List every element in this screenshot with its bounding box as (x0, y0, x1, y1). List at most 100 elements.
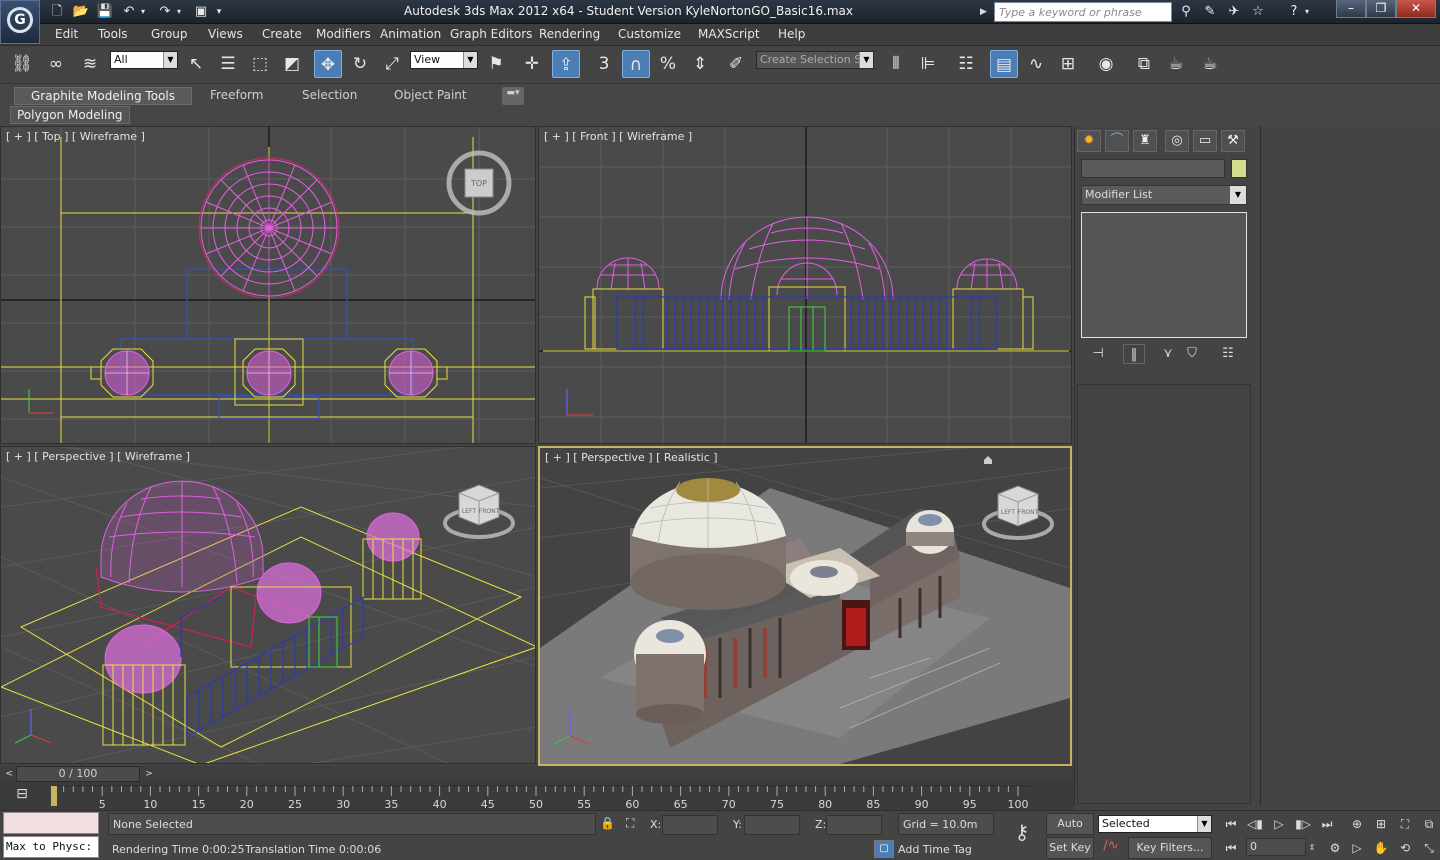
tab-graphite-modeling-tools[interactable]: Graphite Modeling Tools (14, 87, 192, 105)
isolate-selection-icon[interactable]: ▢ (874, 840, 894, 858)
tab-selection[interactable]: Selection (302, 87, 357, 105)
menu-modifiers[interactable]: Modifiers (316, 27, 371, 41)
undo-icon[interactable]: ↶ (120, 3, 138, 21)
new-file-icon[interactable]: 🗋 (48, 3, 66, 21)
menu-views[interactable]: Views (208, 27, 243, 41)
utilities-icon[interactable]: ⚒ (1221, 130, 1245, 152)
go-to-start-icon[interactable]: ⏮ (1220, 814, 1242, 834)
add-time-tag[interactable]: Add Time Tag (898, 843, 972, 856)
y-coord-field[interactable] (744, 815, 800, 835)
favorites-star-icon[interactable]: ☆ (1248, 3, 1268, 21)
percent-snap-icon[interactable]: % (654, 50, 682, 78)
keyboard-shortcut-override-icon[interactable]: ⇪ (552, 50, 580, 78)
field-of-view-icon[interactable]: ▷ (1346, 838, 1368, 858)
next-key-icon[interactable]: ▮▷ (1292, 814, 1314, 834)
maxscript-listener-output[interactable] (3, 812, 99, 834)
time-slider-thumb[interactable]: 0 / 100 (16, 766, 140, 782)
menu-graph-editors[interactable]: Graph Editors (450, 27, 532, 41)
select-by-name-icon[interactable]: ☰ (214, 50, 242, 78)
zoom-all-icon[interactable]: ⊞ (1370, 814, 1392, 834)
graphite-toggle-icon[interactable]: ▤ (990, 50, 1018, 78)
application-button[interactable]: G (0, 0, 40, 44)
next-frame-arrow-icon[interactable]: > (142, 766, 156, 782)
default-tangent-icon[interactable]: ∕∿ (1100, 838, 1122, 858)
menu-edit[interactable]: Edit (55, 27, 78, 41)
search-input[interactable]: Type a keyword or phrase (994, 2, 1172, 22)
auto-key-button[interactable]: Auto Key (1046, 813, 1094, 850)
project-folder-icon[interactable]: ▣ (192, 3, 210, 21)
redo-dropdown-icon[interactable]: ▾ (174, 3, 184, 21)
menu-create[interactable]: Create (262, 27, 302, 41)
curve-editor-icon[interactable]: ∿ (1022, 50, 1050, 78)
mirror-icon[interactable]: ⫴ (882, 50, 910, 78)
rendered-frame-window-icon[interactable]: ☕ (1162, 50, 1190, 78)
pan-view-icon[interactable]: ✋ (1370, 838, 1392, 858)
remove-modifier-icon[interactable]: ⛉ (1181, 344, 1203, 364)
zoom-extents-icon[interactable]: ⛶ (1394, 814, 1416, 834)
key-mode-dropdown[interactable]: Selected ▼ (1098, 815, 1212, 833)
maximize-viewport-icon[interactable]: ⤡ (1418, 838, 1440, 858)
close-button[interactable]: ✕ (1396, 0, 1436, 18)
x-coord-field[interactable] (662, 815, 718, 835)
select-and-scale-icon[interactable]: ⤢ (378, 50, 406, 78)
pivot-center-icon[interactable]: ⚑ (482, 50, 510, 78)
schematic-view-icon[interactable]: ⊞ (1054, 50, 1082, 78)
current-frame-field[interactable]: 0 (1246, 838, 1306, 856)
modifier-list-dropdown[interactable]: Modifier List ▼ (1081, 185, 1247, 205)
subscription-icon[interactable]: ✎ (1200, 3, 1220, 21)
modify-icon[interactable]: ⌒ (1105, 130, 1129, 152)
object-color-swatch[interactable] (1231, 159, 1247, 178)
maximize-button[interactable]: ❐ (1366, 0, 1396, 18)
motion-icon[interactable]: ◎ (1165, 130, 1189, 152)
time-slider-track[interactable] (0, 766, 1074, 782)
previous-key-icon[interactable]: ◁▮ (1244, 814, 1266, 834)
bind-space-warp-icon[interactable]: ≋ (76, 50, 104, 78)
select-and-rotate-icon[interactable]: ↻ (346, 50, 374, 78)
play-icon[interactable]: ▷ (1268, 814, 1290, 834)
named-selection-dropdown[interactable]: Create Selection Se ▼ (756, 51, 874, 69)
selection-filter-dropdown[interactable]: All ▼ (110, 51, 178, 69)
select-object-icon[interactable]: ↖ (182, 50, 210, 78)
viewport-front[interactable]: [ + ] [ Front ] [ Wireframe ] (538, 126, 1072, 444)
absolute-mode-icon[interactable]: ⛶ (626, 816, 642, 832)
display-icon[interactable]: ▭ (1193, 130, 1217, 152)
viewport-perspective-wireframe[interactable]: LEFT FRONT [ + ] [ Perspective ] [ Wiref… (0, 446, 536, 764)
set-keys-key-icon[interactable]: ⚷ (1006, 820, 1038, 844)
menu-help[interactable]: Help (778, 27, 805, 41)
create-icon[interactable]: ✹ (1077, 130, 1101, 152)
set-key-button[interactable]: Set Key (1046, 837, 1094, 859)
orbit-icon[interactable]: ⟲ (1394, 838, 1416, 858)
select-manipulate-icon[interactable]: ✛ (518, 50, 546, 78)
layer-manager-icon[interactable]: ☷ (952, 50, 980, 78)
tab-freeform[interactable]: Freeform (210, 87, 263, 105)
menu-customize[interactable]: Customize (618, 27, 681, 41)
binoculars-icon[interactable]: ⚲ (1176, 3, 1196, 21)
rectangular-selection-icon[interactable]: ⬚ (246, 50, 274, 78)
menu-animation[interactable]: Animation (380, 27, 441, 41)
viewcube-perspective-wire[interactable]: LEFT FRONT (443, 484, 515, 539)
modifier-stack[interactable] (1081, 212, 1247, 338)
open-mini-curve-editor-icon[interactable]: ⊟ (8, 786, 36, 806)
ribbon-options-icon[interactable]: ▬▾ (502, 87, 524, 105)
previous-frame-arrow-icon[interactable]: < (2, 766, 16, 782)
menu-rendering[interactable]: Rendering (539, 27, 600, 41)
search-expand-icon[interactable]: ▶ (980, 3, 992, 21)
selection-lock-icon[interactable]: 🔒 (600, 816, 616, 832)
polygon-modeling-button[interactable]: Polygon Modeling (10, 106, 130, 124)
configure-modifier-sets-icon[interactable]: ☷ (1217, 344, 1239, 364)
save-file-icon[interactable]: 💾 (96, 3, 114, 21)
link-icon[interactable]: ⛓ (8, 50, 36, 78)
viewport-perspective-realistic-label[interactable]: [ + ] [ Perspective ] [ Realistic ] (545, 451, 718, 464)
pin-stack-icon[interactable]: ⊣ (1087, 344, 1109, 364)
minimize-button[interactable]: – (1336, 0, 1366, 18)
viewport-top-label[interactable]: [ + ] [ Top ] [ Wireframe ] (6, 130, 145, 143)
open-file-icon[interactable]: 📂 (72, 3, 90, 21)
viewport-front-label[interactable]: [ + ] [ Front ] [ Wireframe ] (544, 130, 692, 143)
maxscript-mini-listener[interactable]: Max to Physc: (3, 836, 99, 858)
render-setup-icon[interactable]: ⧉ (1130, 50, 1158, 78)
help-icon[interactable]: ? (1284, 3, 1304, 21)
make-unique-icon[interactable]: ⋎ (1157, 344, 1179, 364)
key-mode-toggle-icon[interactable]: ⏮ (1220, 838, 1242, 858)
viewport-perspective-realistic[interactable]: LEFT FRONT [ + ] [ Perspective ] [ Reali… (538, 446, 1072, 766)
zoom-icon[interactable]: ⊕ (1346, 814, 1368, 834)
